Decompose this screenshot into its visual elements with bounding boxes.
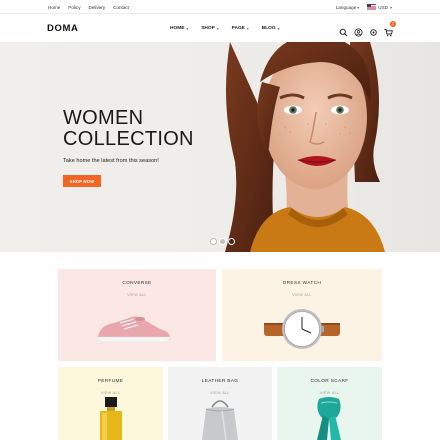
top-links: Home Policy Delivery Contact <box>48 0 129 14</box>
header-icons: 0 <box>339 21 396 37</box>
category-card-converse[interactable]: CONVERSE VIEW ALL <box>58 269 216 361</box>
search-icon[interactable] <box>339 24 348 37</box>
scarf-image <box>317 397 341 440</box>
chevron-down-icon: ▾ <box>216 26 219 31</box>
bag-image <box>202 400 238 440</box>
nav-blog-label: BLOG <box>261 26 276 31</box>
slider-dot-1[interactable] <box>210 238 217 245</box>
top-bar: Home Policy Delivery Contact Language ▾ … <box>0 0 440 14</box>
cart-count-badge: 0 <box>390 21 396 27</box>
view-all-link[interactable]: VIEW ALL <box>58 391 163 395</box>
category-name: CONVERSE <box>122 281 152 286</box>
slider-dot-2[interactable] <box>219 238 226 245</box>
hero-title-line2: COLLECTION <box>63 128 194 150</box>
category-card-dress-watch[interactable]: DRESS WATCH VIEW ALL <box>222 269 382 361</box>
hero-title-line1: WOMEN <box>63 107 144 129</box>
shop-now-button[interactable]: SHOP NOW <box>63 175 101 187</box>
currency-selector[interactable]: USD ▾ <box>367 4 392 10</box>
currency-value: USD <box>378 4 388 10</box>
us-flag-icon <box>367 4 377 10</box>
view-all-link[interactable]: VIEW ALL <box>58 293 216 297</box>
hero-banner: WOMEN COLLECTION Take home the latest fr… <box>0 42 440 252</box>
top-link-policy[interactable]: Policy <box>68 5 80 10</box>
chevron-down-icon: ▾ <box>186 26 189 31</box>
perfume-image <box>100 397 122 440</box>
main-header: DOMA HOME ▾ SHOP ▾ PAGE ▾ BLOG ▾ 0 <box>0 15 440 42</box>
main-nav: HOME ▾ SHOP ▾ PAGE ▾ BLOG ▾ <box>170 26 279 31</box>
language-selector[interactable]: Language ▾ <box>336 5 359 10</box>
nav-shop-label: SHOP <box>201 26 215 31</box>
nav-home-label: HOME <box>170 26 185 31</box>
category-name: PERFUME <box>97 379 124 384</box>
top-link-delivery[interactable]: Delivery <box>89 5 106 10</box>
cart-icon[interactable]: 0 <box>384 21 396 37</box>
top-link-home[interactable]: Home <box>48 5 60 10</box>
language-value: Language <box>335 4 357 10</box>
slider-dot-3[interactable] <box>228 238 235 245</box>
slider-dots <box>210 238 235 245</box>
category-card-leather-bag[interactable]: LEATHER BAG VIEW ALL <box>168 367 272 440</box>
top-right-controls: Language ▾ USD ▾ <box>336 0 392 14</box>
nav-page[interactable]: PAGE ▾ <box>232 26 249 31</box>
view-all-link[interactable]: VIEW ALL <box>222 293 382 297</box>
category-card-perfume[interactable]: PERFUME VIEW ALL <box>58 367 163 440</box>
category-name: DRESS WATCH <box>282 281 322 286</box>
category-name: COLOR SCARF <box>310 379 349 384</box>
chevron-down-icon: ▾ <box>277 26 280 31</box>
chevron-down-icon: ▾ <box>389 4 392 10</box>
sneaker-image <box>97 316 171 343</box>
nav-blog[interactable]: BLOG ▾ <box>262 26 280 31</box>
chevron-down-icon: ▾ <box>246 26 249 31</box>
hero-model-image <box>225 42 385 252</box>
nav-home[interactable]: HOME ▾ <box>170 26 188 31</box>
top-link-contact[interactable]: Contact <box>113 5 129 10</box>
hero-title: WOMEN COLLECTION <box>63 108 194 150</box>
category-name: LEATHER BAG <box>201 379 239 384</box>
nav-page-label: PAGE <box>231 26 245 31</box>
watch-image <box>264 309 340 349</box>
category-card-color-scarf[interactable]: COLOR SCARF VIEW ALL <box>277 367 382 440</box>
account-icon[interactable] <box>354 24 363 37</box>
chevron-down-icon: ▾ <box>357 4 360 10</box>
settings-icon[interactable] <box>369 24 378 36</box>
site-logo[interactable]: DOMA <box>47 23 78 34</box>
nav-shop[interactable]: SHOP ▾ <box>201 26 218 31</box>
hero-subtitle: Take home the latest from this season! <box>63 158 159 164</box>
